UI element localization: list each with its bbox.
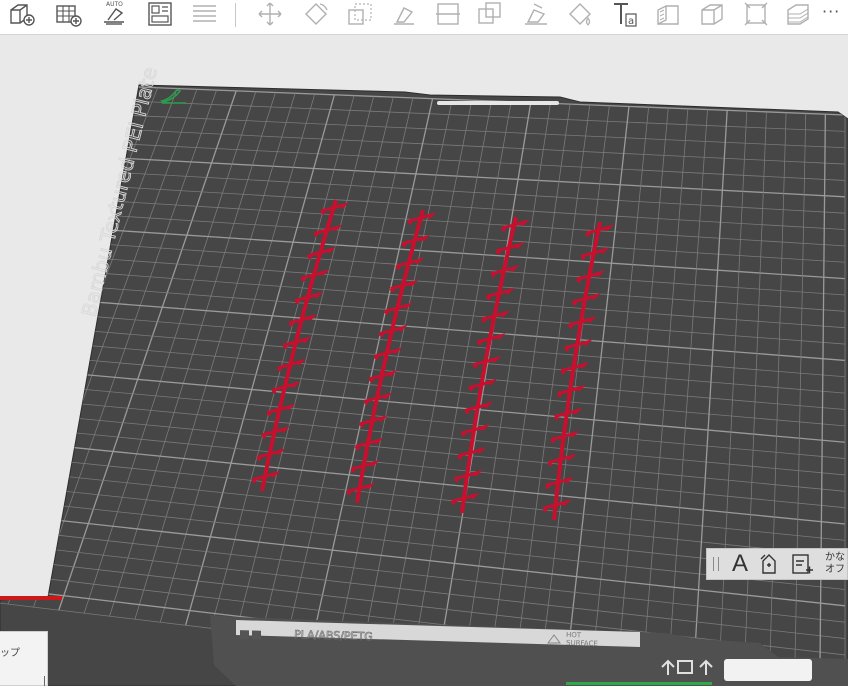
lay-on-face-button[interactable] (386, 0, 422, 32)
bottom-left-panel: ップ (0, 631, 48, 686)
move-icon (258, 2, 282, 26)
rotate-button[interactable] (298, 0, 334, 32)
seam-paint-icon (657, 4, 679, 26)
more-tools-button[interactable]: ··· (822, 2, 840, 21)
ime-mode-indicator[interactable]: かな オフ (825, 552, 845, 576)
edit-marker-icon[interactable] (160, 87, 188, 105)
arrange-button[interactable] (142, 0, 178, 32)
bottom-left-divider (44, 676, 45, 686)
auto-orient-icon: AUTO (104, 1, 124, 25)
bottom-left-label: ップ (0, 648, 20, 659)
build-plate-canvas: Bambu Textured PEI Plate PLA/ABS/PETG HO… (0, 64, 848, 686)
support-paint-icon (525, 3, 547, 25)
layers-icon (193, 5, 216, 22)
svg-text:SURFACE: SURFACE (566, 639, 598, 648)
add-object-button[interactable] (4, 0, 40, 32)
toolbar-separator (235, 3, 236, 27)
note-add-icon (792, 554, 813, 574)
ime-line-2: オフ (825, 564, 845, 575)
drag-handle[interactable] (713, 557, 719, 571)
color-paint-button[interactable] (562, 0, 598, 32)
y-axis-indicator (566, 682, 712, 685)
rotate-icon (305, 3, 328, 25)
right-mini-toolbar: A かな オフ (706, 548, 848, 580)
text-tool-button[interactable]: a (606, 0, 642, 32)
add-plate-icon (56, 5, 82, 27)
x-axis-indicator (0, 596, 62, 600)
boolean-icon (478, 2, 501, 24)
scale-button[interactable] (342, 0, 378, 32)
variable-layer-button[interactable] (780, 0, 816, 32)
support-paint-button[interactable] (518, 0, 554, 32)
auto-orient-button[interactable]: AUTO (96, 0, 132, 32)
color-paint-icon (569, 3, 591, 26)
assembly-button[interactable] (694, 0, 730, 32)
layers-button[interactable] (186, 0, 222, 32)
lasso-button[interactable] (757, 551, 783, 577)
arrange-icon (148, 2, 172, 26)
ime-line-1: かな (825, 552, 845, 563)
note-button[interactable] (789, 551, 815, 577)
seam-paint-button[interactable] (650, 0, 686, 32)
scale-icon (348, 3, 372, 25)
lasso-icon (760, 554, 776, 574)
plate-handle (437, 101, 559, 105)
cut-button[interactable] (430, 0, 466, 32)
svg-text:PLA/ABS/PETG: PLA/ABS/PETG (294, 628, 373, 643)
measure-icon (744, 2, 768, 26)
add-plate-button[interactable] (50, 0, 86, 32)
move-button[interactable] (252, 0, 288, 32)
cut-icon (436, 3, 460, 25)
svg-text:AUTO: AUTO (106, 1, 123, 8)
assembly-icon (701, 4, 723, 25)
3d-viewport[interactable]: Bambu Textured PEI Plate PLA/ABS/PETG HO… (0, 35, 848, 686)
add-object-icon (10, 4, 35, 26)
lay-on-face-icon (394, 7, 414, 25)
main-toolbar: AUTO a ··· (0, 0, 848, 35)
svg-text:a: a (628, 16, 634, 27)
variable-layer-icon (787, 4, 809, 25)
boolean-button[interactable] (472, 0, 508, 32)
text-a-button[interactable]: A (727, 551, 753, 577)
measure-button[interactable] (738, 0, 774, 32)
text-tool-icon: a (614, 3, 637, 27)
